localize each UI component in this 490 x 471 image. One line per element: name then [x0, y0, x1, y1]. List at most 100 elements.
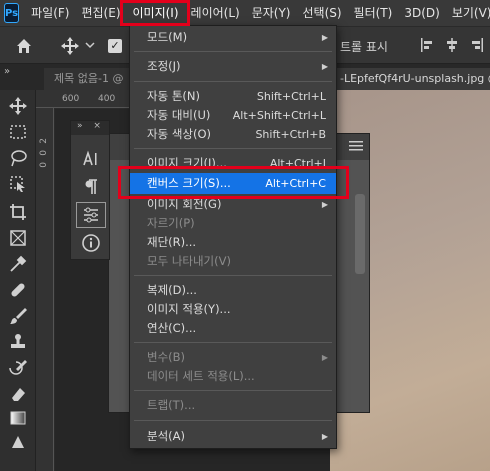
- collapse-panel-icon[interactable]: »: [77, 121, 83, 131]
- menu-item-auto-color[interactable]: 자동 색상(O) Shift+Ctrl+B: [130, 124, 336, 145]
- submenu-arrow-icon: ▶: [321, 353, 328, 362]
- ruler-tick: 400: [98, 94, 116, 104]
- menu-separator: [134, 81, 332, 82]
- panel-menu-icon[interactable]: [349, 140, 363, 152]
- collapse-panels-icon[interactable]: »: [4, 66, 10, 77]
- menu-filter[interactable]: 필터(T): [348, 0, 399, 26]
- menu-3d[interactable]: 3D(D): [398, 0, 445, 26]
- frame-icon[interactable]: [8, 228, 28, 248]
- menu-item-auto-contrast[interactable]: 자동 대비(U) Alt+Shift+Ctrl+L: [130, 105, 336, 126]
- menu-item-shortcut: Alt+Shift+Ctrl+L: [232, 109, 326, 122]
- menu-item-duplicate[interactable]: 복제(D)...: [130, 280, 336, 301]
- align-left-icon[interactable]: [420, 37, 436, 53]
- submenu-arrow-icon: ▶: [321, 62, 328, 71]
- history-brush-icon[interactable]: [8, 358, 28, 378]
- menu-separator: [134, 148, 332, 149]
- crop-icon[interactable]: [8, 202, 28, 222]
- menu-item-label: 자동 톤(N): [147, 89, 200, 103]
- tab-untitled-document[interactable]: 제목 없음-1 @: [44, 68, 134, 90]
- tab-unsplash-image[interactable]: -LEpfefQf4rU-unsplash.jpg @: [336, 68, 490, 90]
- menu-item-label: 분석(A): [147, 429, 185, 443]
- ruler-tick: 600: [62, 94, 80, 104]
- menu-item-label: 조정(J): [147, 59, 181, 73]
- ruler-tick: 0: [39, 150, 49, 156]
- menu-type[interactable]: 문자(Y): [246, 0, 297, 26]
- menu-item-analysis[interactable]: 분석(A) ▶: [130, 426, 336, 447]
- show-transform-controls-label[interactable]: 트롤 표시: [340, 38, 388, 55]
- info-icon[interactable]: [81, 233, 101, 253]
- menu-item-variables[interactable]: 변수(B) ▶: [130, 347, 336, 368]
- menu-item-label: 자르기(P): [147, 216, 195, 230]
- character-panel: » ×: [70, 120, 110, 260]
- menu-item-reveal-all[interactable]: 모두 나타내기(V): [130, 251, 336, 272]
- menu-item-adjustments[interactable]: 조정(J) ▶: [130, 56, 336, 77]
- paragraph-icon[interactable]: [81, 177, 101, 197]
- menu-item-label: 변수(B): [147, 350, 186, 364]
- image-menu-dropdown: 모드(M) ▶ 조정(J) ▶ 자동 톤(N) Shift+Ctrl+L 자동 대비(…: [129, 25, 337, 449]
- annotation-canvas-size: [118, 166, 349, 199]
- submenu-arrow-icon: ▶: [321, 432, 328, 441]
- healing-brush-icon[interactable]: [8, 280, 28, 300]
- lasso-icon[interactable]: [8, 148, 28, 168]
- menu-layer[interactable]: 레이어(L): [185, 0, 246, 26]
- menu-item-label: 재단(R)...: [147, 235, 197, 249]
- menu-item-shortcut: Shift+Ctrl+L: [256, 90, 326, 103]
- brush-icon[interactable]: [8, 306, 28, 326]
- gradient-icon[interactable]: [8, 408, 28, 428]
- menu-item-label: 자동 대비(U): [147, 108, 211, 122]
- auto-select-checkbox[interactable]: ✓: [108, 39, 122, 53]
- annotation-image-menu: [120, 0, 190, 26]
- blur-icon[interactable]: [8, 434, 28, 454]
- object-select-icon[interactable]: [8, 174, 28, 194]
- menu-edit[interactable]: 편집(E): [75, 0, 126, 26]
- menu-separator: [134, 390, 332, 391]
- menu-separator: [134, 51, 332, 52]
- menu-item-crop[interactable]: 자르기(P): [130, 213, 336, 234]
- panel-header: » ×: [71, 121, 109, 135]
- move-tool-icon[interactable]: [60, 36, 80, 56]
- properties-icon[interactable]: [81, 205, 101, 225]
- menu-separator: [134, 342, 332, 343]
- menu-item-apply-image[interactable]: 이미지 적용(Y)...: [130, 299, 336, 320]
- menu-item-calculations[interactable]: 연산(C)...: [130, 318, 336, 339]
- menu-item-label: 이미지 적용(Y)...: [147, 302, 231, 316]
- home-icon[interactable]: [14, 36, 34, 56]
- marquee-icon[interactable]: [8, 122, 28, 142]
- eraser-icon[interactable]: [8, 384, 28, 404]
- menu-separator: [134, 420, 332, 421]
- menu-separator: [134, 275, 332, 276]
- menu-item-label: 연산(C)...: [147, 321, 197, 335]
- scrollbar-thumb[interactable]: [355, 194, 365, 274]
- menu-item-label: 복제(D)...: [147, 283, 197, 297]
- menu-item-shortcut: Shift+Ctrl+B: [255, 128, 326, 141]
- menu-item-label: 모드(M): [147, 30, 188, 44]
- menu-item-label: 데이터 세트 적용(L)...: [147, 369, 255, 383]
- close-panel-icon[interactable]: ×: [93, 121, 101, 131]
- eyedropper-icon[interactable]: [8, 254, 28, 274]
- ruler-tick: 2: [39, 138, 49, 144]
- menu-item-trap[interactable]: 트랩(T)...: [130, 395, 336, 416]
- menu-file[interactable]: 파일(F): [25, 0, 75, 26]
- menu-view[interactable]: 보기(V): [446, 0, 490, 26]
- menu-bar: Ps 파일(F) 편집(E) 이미지(I) 레이어(L) 문자(Y) 선택(S)…: [0, 0, 490, 26]
- align-center-icon[interactable]: [444, 37, 460, 53]
- vertical-ruler: 2 0 0: [36, 108, 54, 471]
- menu-item-auto-tone[interactable]: 자동 톤(N) Shift+Ctrl+L: [130, 86, 336, 107]
- submenu-arrow-icon: ▶: [321, 33, 328, 42]
- tools-panel: [0, 90, 36, 471]
- ruler-tick: 0: [39, 162, 49, 168]
- menu-item-mode[interactable]: 모드(M) ▶: [130, 27, 336, 48]
- align-right-icon[interactable]: [468, 37, 484, 53]
- menu-item-label: 자동 색상(O): [147, 127, 211, 141]
- photoshop-logo: Ps: [4, 3, 20, 23]
- menu-item-label: 모두 나타내기(V): [147, 254, 231, 268]
- menu-item-apply-data-set[interactable]: 데이터 세트 적용(L)...: [130, 366, 336, 387]
- menu-select[interactable]: 선택(S): [296, 0, 347, 26]
- clone-stamp-icon[interactable]: [8, 332, 28, 352]
- menu-item-label: 트랩(T)...: [147, 398, 196, 412]
- chevron-down-icon[interactable]: [84, 39, 96, 51]
- align-icons: [420, 37, 484, 53]
- menu-item-trim[interactable]: 재단(R)...: [130, 232, 336, 253]
- character-icon[interactable]: [81, 149, 101, 169]
- move-icon[interactable]: [8, 96, 28, 116]
